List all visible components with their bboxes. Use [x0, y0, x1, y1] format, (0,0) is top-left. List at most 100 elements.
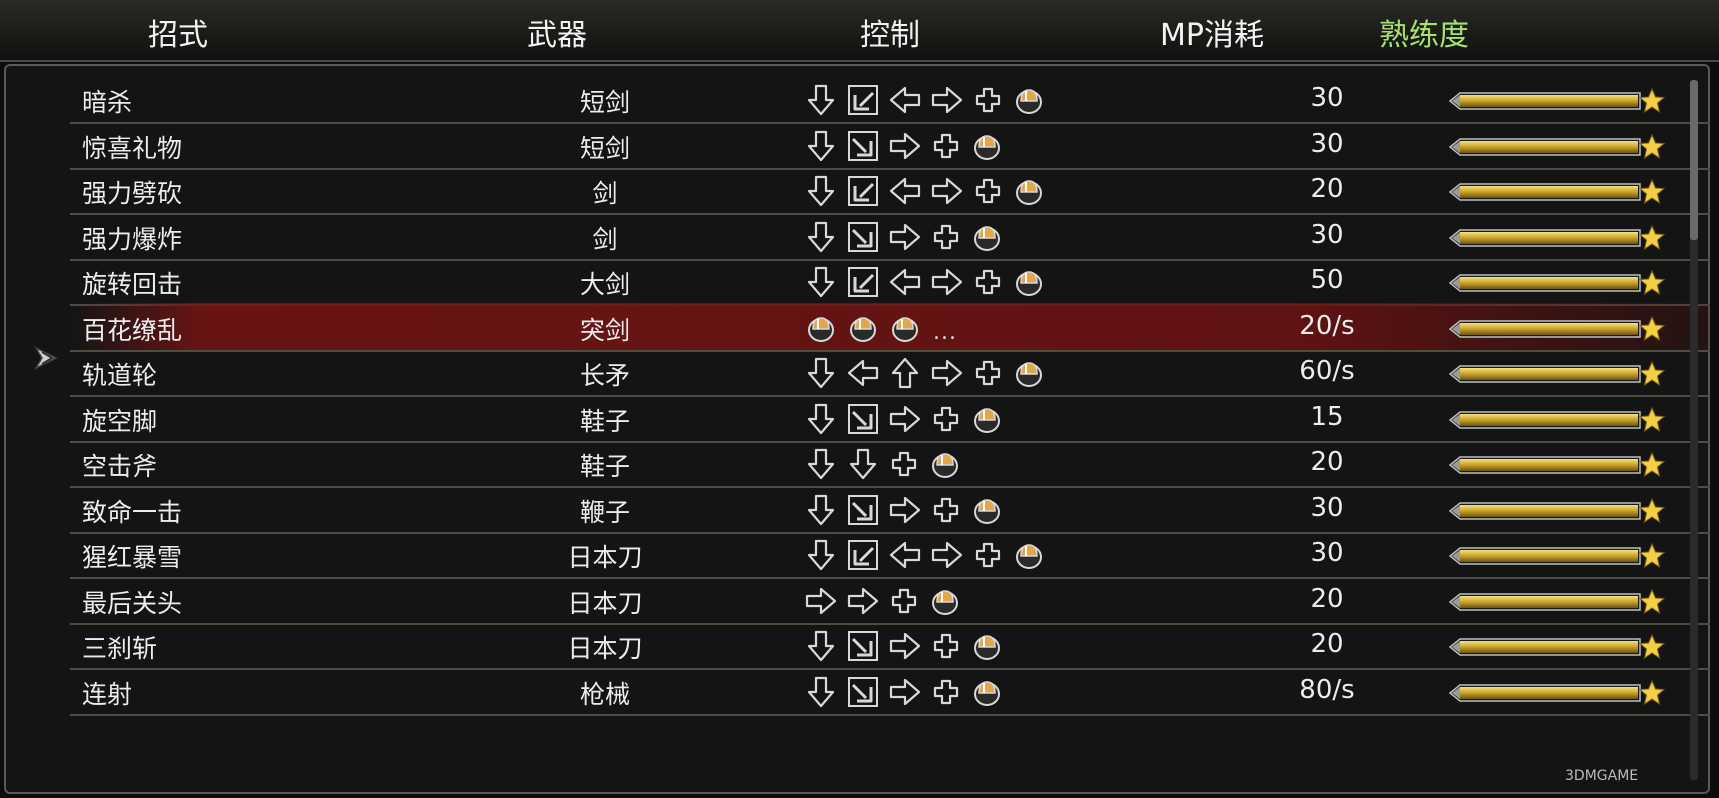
arrow-down-right-icon	[848, 494, 878, 525]
star-icon	[1638, 178, 1666, 205]
plus-icon	[933, 497, 959, 522]
skill-mp-cost: 15	[1310, 401, 1344, 432]
skill-name: 最后关头	[82, 588, 183, 618]
skill-mp-cost: 50	[1310, 265, 1344, 295]
arrow-down-right-icon	[848, 221, 878, 252]
skill-weapon: 突剑	[579, 315, 631, 345]
skill-row[interactable]: 强力爆炸 剑 30	[70, 212, 1710, 261]
skill-weapon: 短剑	[579, 88, 631, 117]
arrow-down-left-icon	[848, 176, 878, 206]
skill-controls	[803, 353, 1047, 393]
arrow-left-icon	[889, 177, 921, 205]
skill-row[interactable]: 最后关头 日本刀 20	[70, 576, 1710, 625]
plus-icon	[891, 588, 917, 613]
skill-name: 旋空脚	[82, 406, 158, 436]
skill-row[interactable]: 百花缭乱 突剑... 20/s	[70, 302, 1710, 352]
mouse-button-icon	[850, 316, 876, 342]
skill-weapon: 日本刀	[567, 543, 643, 572]
mouse-button-icon	[932, 453, 958, 478]
plus-icon	[891, 451, 917, 477]
skill-controls	[803, 262, 1047, 302]
skill-weapon: 鞋子	[579, 406, 631, 436]
plus-icon	[933, 406, 959, 431]
proficiency-bar	[1448, 542, 1666, 569]
arrow-right-icon	[931, 86, 963, 114]
skill-row[interactable]: 三刹斩 日本刀 20	[70, 621, 1710, 670]
mouse-button-icon	[974, 680, 1000, 706]
skill-controls	[803, 217, 1005, 257]
arrow-right-icon	[931, 359, 963, 387]
skill-mp-cost: 20	[1310, 583, 1344, 614]
arrow-down-icon	[807, 175, 835, 207]
skill-row[interactable]: 旋空脚 鞋子 15	[70, 394, 1710, 443]
skill-name: 猩红暴雪	[82, 543, 183, 572]
arrow-right-icon	[889, 132, 921, 159]
skill-name: 旋转回击	[82, 270, 183, 299]
skill-row[interactable]: 旋转回击 大剑 50	[70, 257, 1710, 306]
arrow-left-icon	[889, 541, 921, 569]
skill-controls	[803, 80, 1047, 120]
proficiency-bar	[1448, 315, 1666, 341]
mouse-button-icon	[974, 225, 1000, 251]
arrow-down-icon	[807, 357, 835, 389]
arrow-down-icon	[807, 221, 835, 252]
arrow-down-icon	[807, 630, 835, 662]
arrow-right-icon	[889, 223, 921, 250]
arrow-right-icon	[931, 177, 963, 205]
arrow-down-right-icon	[848, 676, 878, 707]
mouse-button-icon	[974, 407, 1000, 433]
skill-name: 轨道轮	[82, 361, 158, 390]
header-weapon: 武器	[527, 18, 587, 53]
proficiency-bar	[1448, 406, 1666, 432]
skill-controls: ...	[803, 308, 957, 348]
skill-name: 百花缭乱	[82, 315, 183, 345]
scrollbar-thumb[interactable]	[1690, 80, 1698, 240]
skill-weapon: 大剑	[579, 270, 631, 299]
skill-name: 连射	[82, 679, 133, 709]
skill-row[interactable]: 惊喜礼物 短剑 30	[70, 121, 1710, 170]
mouse-button-icon	[974, 134, 1000, 160]
skill-weapon: 日本刀	[567, 634, 643, 663]
skill-mp-cost: 20	[1310, 174, 1344, 204]
proficiency-bar	[1448, 178, 1666, 205]
star-icon	[1638, 497, 1666, 523]
arrow-right-icon	[889, 678, 921, 705]
skill-row[interactable]: 强力劈砍 剑 20	[70, 166, 1710, 215]
skill-row[interactable]: 空击斧 鞋子 20	[70, 439, 1710, 488]
star-icon	[1638, 133, 1666, 159]
skill-controls	[803, 399, 1005, 439]
skill-mp-cost: 20/s	[1299, 310, 1355, 341]
skill-row[interactable]: 暗杀 短剑 30	[70, 75, 1710, 124]
watermark: 3DMGAME	[1565, 768, 1639, 784]
skill-name: 三刹斩	[82, 634, 158, 663]
header-name: 招式	[148, 18, 208, 53]
skill-weapon: 长矛	[579, 361, 631, 390]
star-icon	[1638, 679, 1666, 705]
skill-controls	[803, 626, 1005, 666]
proficiency-bar	[1448, 633, 1666, 660]
skill-name: 致命一击	[82, 497, 183, 527]
skill-weapon: 剑	[592, 224, 618, 254]
star-icon	[1638, 269, 1666, 296]
skill-mp-cost: 30	[1310, 83, 1344, 113]
skill-mp-cost: 30	[1310, 219, 1344, 250]
skill-mp-cost: 30	[1310, 538, 1344, 568]
star-icon	[1638, 406, 1666, 432]
proficiency-bar	[1448, 133, 1666, 159]
proficiency-bar	[1448, 224, 1666, 250]
arrow-right-icon	[931, 268, 963, 296]
skill-row[interactable]: 猩红暴雪 日本刀 30	[70, 530, 1710, 579]
skill-mp-cost: 60/s	[1299, 356, 1355, 386]
plus-icon	[975, 542, 1001, 568]
skill-row[interactable]: 致命一击 鞭子 30	[70, 485, 1710, 534]
arrow-down-icon	[807, 266, 835, 298]
skill-row[interactable]: 连射 枪械 80/s	[70, 667, 1710, 716]
skill-controls	[803, 171, 1047, 211]
table-header: 招式 武器 控制 MP消耗 熟练度	[0, 0, 1719, 62]
proficiency-bar	[1448, 269, 1666, 296]
plus-icon	[975, 360, 1001, 386]
skill-row[interactable]: 轨道轮 长矛 60/s	[70, 348, 1710, 397]
star-icon	[1638, 87, 1666, 114]
mouse-button-icon	[974, 635, 1000, 660]
mouse-button-icon	[892, 316, 918, 342]
